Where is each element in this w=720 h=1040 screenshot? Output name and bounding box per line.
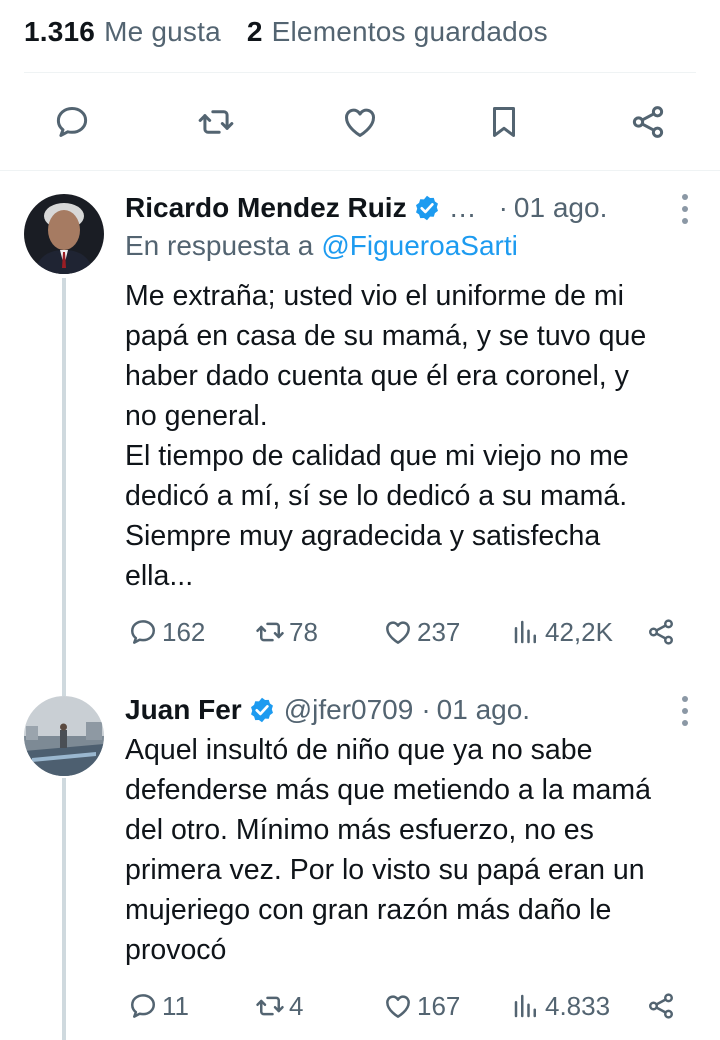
retweet-icon [256,622,284,642]
avatar-image [24,194,104,274]
author-name[interactable]: Juan Fer [125,694,242,726]
share-icon [649,993,673,1019]
share-icon [649,619,673,645]
retweet-button[interactable]: 78 [255,612,318,652]
reply-prefix: En respuesta a [125,230,314,261]
share-button[interactable] [646,612,676,652]
retweet-icon [198,110,234,134]
tweet-action-bar [0,74,720,170]
bookmarks-count[interactable]: 2 [247,16,263,48]
share-button[interactable] [627,101,669,143]
views-button[interactable]: 4.833 [511,986,610,1026]
tweet-metrics: 11 4 167 4.833 [125,986,676,1026]
verified-badge-icon [250,697,273,723]
like-button[interactable]: 237 [383,612,460,652]
separator-dot: · [498,192,508,223]
divider [24,72,696,73]
reply-context: En respuesta a @FigueroaSarti [125,230,518,262]
avatar[interactable] [24,194,104,274]
reply-count: 162 [162,616,206,647]
likes-count[interactable]: 1.316 [24,16,95,48]
like-button[interactable]: 167 [383,986,460,1026]
view-count: 42,2K [545,616,613,647]
reply-button[interactable]: 11 [128,986,189,1026]
share-button[interactable] [646,986,676,1026]
author-handle[interactable]: @jfer0709 [284,694,414,726]
reply-tweet[interactable]: Juan Fer @jfer0709 · 01 ago. Aquel insul… [0,682,720,1040]
tweet-header: Juan Fer @jfer0709 · 01 ago. [125,690,700,730]
tweet-timestamp[interactable]: 01 ago. [514,192,607,224]
more-options-button[interactable] [680,696,690,726]
author-name[interactable]: Ricardo Mendez Ruiz [125,192,407,224]
reply-icon [131,620,155,644]
more-dots-icon [682,696,688,702]
likes-label[interactable]: Me gusta [104,16,221,48]
views-icon [514,620,536,644]
reply-button[interactable]: 162 [128,612,205,652]
thread-line [62,278,66,696]
like-icon [386,621,410,644]
retweet-count: 4 [289,990,304,1021]
tweet-metrics: 162 78 237 42,2K [125,612,676,652]
reply-tweet[interactable]: Ricardo Mendez Ruiz … · 01 ago. En respu… [0,170,720,696]
author-handle[interactable]: … [449,192,477,224]
reply-mention-link[interactable]: @FigueroaSarti [321,230,518,261]
bookmarks-label[interactable]: Elementos guardados [272,16,548,48]
bookmark-button[interactable] [483,101,525,143]
like-count: 237 [417,616,461,647]
thread-line [62,778,66,1040]
reply-count: 11 [162,990,189,1021]
like-count: 167 [417,990,461,1021]
tweet-text: Me extraña; usted vio el uniforme de mi … [125,280,647,592]
like-icon [386,995,410,1018]
like-button[interactable] [339,101,381,143]
tweet-timestamp[interactable]: 01 ago. [437,694,530,726]
tweet-text: Aquel insultó de niño que ya no sabe def… [125,734,651,966]
engagement-stats: 1.316 Me gusta 2 Elementos guardados [24,10,548,54]
tweet-header: Ricardo Mendez Ruiz … · 01 ago. [125,188,700,228]
views-button[interactable]: 42,2K [511,612,613,652]
reply-button[interactable] [51,101,93,143]
retweet-button[interactable] [195,101,237,143]
avatar[interactable] [24,696,104,776]
views-icon [514,994,536,1018]
retweet-icon [256,996,284,1016]
separator-dot: · [421,694,431,725]
share-icon [632,106,664,138]
reply-icon [56,107,88,137]
bookmark-icon [492,107,516,137]
like-icon [345,108,375,137]
more-dots-icon [682,194,688,200]
retweet-count: 78 [289,616,318,647]
retweet-button[interactable]: 4 [255,986,303,1026]
view-count: 4.833 [545,990,611,1021]
more-options-button[interactable] [680,194,690,224]
verified-badge-icon [415,195,438,221]
avatar-image [24,696,104,776]
reply-icon [131,994,155,1018]
